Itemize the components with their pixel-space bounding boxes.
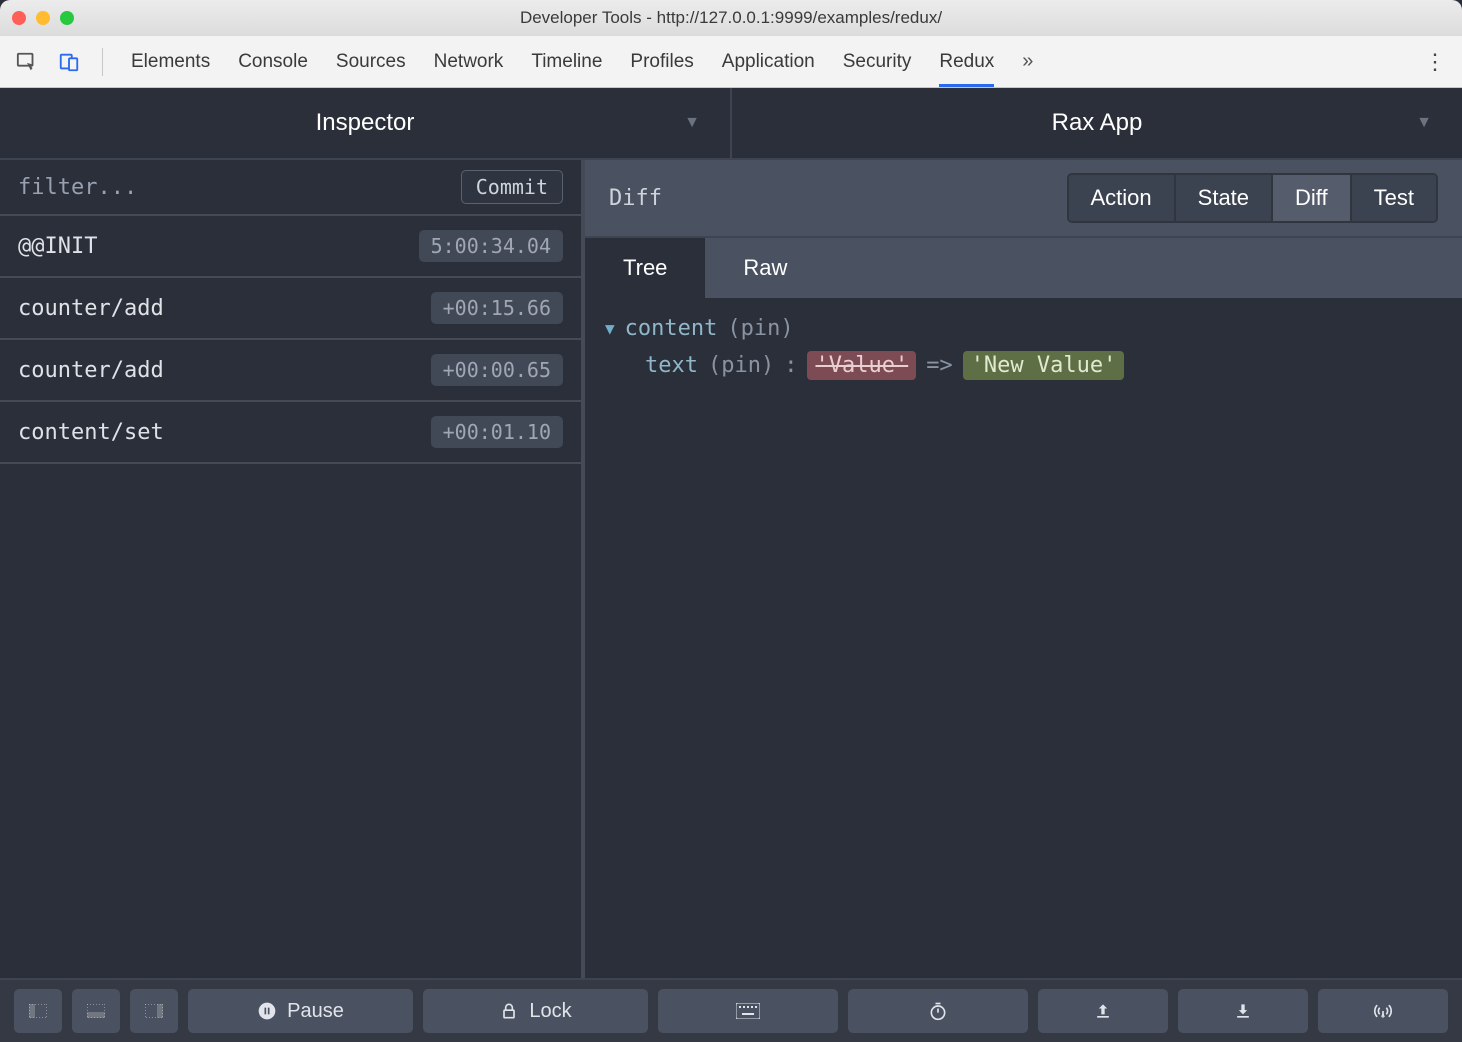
mode-tab-state[interactable]: State — [1176, 175, 1273, 221]
action-name: @@INIT — [18, 234, 97, 259]
action-row[interactable]: content/set +00:01.10 — [0, 402, 581, 464]
tree-note: (pin) — [727, 316, 793, 341]
tree-node[interactable]: ▼ content (pin) — [605, 316, 1442, 341]
subtab-tree[interactable]: Tree — [585, 238, 705, 298]
bottom-toolbar: Pause Lock A — [0, 978, 1462, 1042]
action-time: 5:00:34.04 — [419, 230, 563, 262]
tab-security[interactable]: Security — [843, 36, 912, 87]
mode-tab-diff[interactable]: Diff — [1273, 175, 1352, 221]
action-row[interactable]: counter/add +00:15.66 — [0, 278, 581, 340]
inspector-title: Inspector — [316, 109, 415, 137]
element-picker-icon[interactable] — [10, 45, 44, 79]
pause-button[interactable]: Pause — [188, 989, 413, 1033]
tab-network[interactable]: Network — [434, 36, 504, 87]
mode-label: Diff — [609, 186, 662, 211]
commit-button[interactable]: Commit — [461, 170, 563, 204]
layout-right-icon[interactable] — [130, 989, 178, 1033]
mode-tab-action[interactable]: Action — [1069, 175, 1176, 221]
layout-bottom-icon[interactable] — [72, 989, 120, 1033]
diff-old-value: 'Value' — [807, 351, 916, 380]
app-title: Rax App — [1052, 109, 1143, 137]
diff-new-value: 'New Value' — [963, 351, 1125, 380]
app-header[interactable]: Rax App ▼ — [732, 88, 1462, 160]
diff-arrow: => — [926, 353, 953, 378]
subtab-raw[interactable]: Raw — [705, 238, 825, 298]
filter-input[interactable] — [18, 175, 449, 200]
action-name: counter/add — [18, 296, 164, 321]
tree-note: (pin) — [708, 353, 774, 378]
action-time: +00:01.10 — [431, 416, 563, 448]
device-toggle-icon[interactable] — [52, 45, 86, 79]
minimize-window-icon[interactable] — [36, 11, 50, 25]
mode-tab-test[interactable]: Test — [1352, 175, 1436, 221]
lock-button[interactable]: Lock — [423, 989, 648, 1033]
tab-timeline[interactable]: Timeline — [531, 36, 602, 87]
keyboard-button[interactable] — [658, 989, 838, 1033]
tab-sources[interactable]: Sources — [336, 36, 406, 87]
timer-button[interactable] — [848, 989, 1028, 1033]
chevron-down-icon: ▼ — [1416, 114, 1432, 132]
tab-elements[interactable]: Elements — [131, 36, 210, 87]
state-panel: Diff Action State Diff Test Tree Raw ▼ c… — [585, 160, 1462, 978]
colon: : — [784, 353, 797, 378]
actions-panel: Commit @@INIT 5:00:34.04 counter/add +00… — [0, 160, 585, 978]
separator — [102, 48, 103, 76]
pause-label: Pause — [287, 1000, 344, 1023]
action-row[interactable]: counter/add +00:00.65 — [0, 340, 581, 402]
upload-button[interactable] — [1038, 989, 1168, 1033]
lock-label: Lock — [529, 1000, 571, 1023]
maximize-window-icon[interactable] — [60, 11, 74, 25]
tabs-overflow-icon[interactable]: » — [1022, 50, 1033, 73]
action-time: +00:00.65 — [431, 354, 563, 386]
action-name: counter/add — [18, 358, 164, 383]
broadcast-button[interactable]: A — [1318, 989, 1448, 1033]
filter-row: Commit — [0, 160, 581, 216]
window-title: Developer Tools - http://127.0.0.1:9999/… — [0, 8, 1462, 28]
devtools-tabs: Elements Console Sources Network Timelin… — [131, 36, 1410, 87]
tree-key: content — [625, 316, 718, 341]
action-name: content/set — [18, 420, 164, 445]
collapse-arrow-icon[interactable]: ▼ — [605, 319, 615, 338]
tree-leaf[interactable]: text (pin): 'Value' => 'New Value' — [645, 351, 1442, 380]
layout-left-icon[interactable] — [14, 989, 62, 1033]
download-button[interactable] — [1178, 989, 1308, 1033]
traffic-lights — [12, 11, 74, 25]
tab-redux[interactable]: Redux — [939, 36, 994, 87]
kebab-menu-icon[interactable]: ⋮ — [1418, 49, 1452, 75]
chevron-down-icon: ▼ — [684, 114, 700, 132]
mode-tabs: Action State Diff Test — [1067, 173, 1439, 223]
action-time: +00:15.66 — [431, 292, 563, 324]
inspector-header[interactable]: Inspector ▼ — [0, 88, 732, 160]
redux-panel: Inspector ▼ Rax App ▼ Commit @@INIT 5:00… — [0, 88, 1462, 1042]
close-window-icon[interactable] — [12, 11, 26, 25]
action-row[interactable]: @@INIT 5:00:34.04 — [0, 216, 581, 278]
window-titlebar: Developer Tools - http://127.0.0.1:9999/… — [0, 0, 1462, 36]
devtools-tabbar: Elements Console Sources Network Timelin… — [0, 36, 1462, 88]
diff-tree: ▼ content (pin) text (pin): 'Value' => '… — [585, 298, 1462, 978]
panels-body: Commit @@INIT 5:00:34.04 counter/add +00… — [0, 160, 1462, 978]
panel-headers: Inspector ▼ Rax App ▼ — [0, 88, 1462, 160]
tab-application[interactable]: Application — [722, 36, 815, 87]
action-list: @@INIT 5:00:34.04 counter/add +00:15.66 … — [0, 216, 581, 978]
svg-text:A: A — [1381, 1013, 1385, 1019]
mode-tabs-row: Diff Action State Diff Test — [585, 160, 1462, 238]
tab-console[interactable]: Console — [238, 36, 308, 87]
tree-key: text — [645, 353, 698, 378]
tab-profiles[interactable]: Profiles — [630, 36, 693, 87]
sub-tabs: Tree Raw — [585, 238, 1462, 298]
